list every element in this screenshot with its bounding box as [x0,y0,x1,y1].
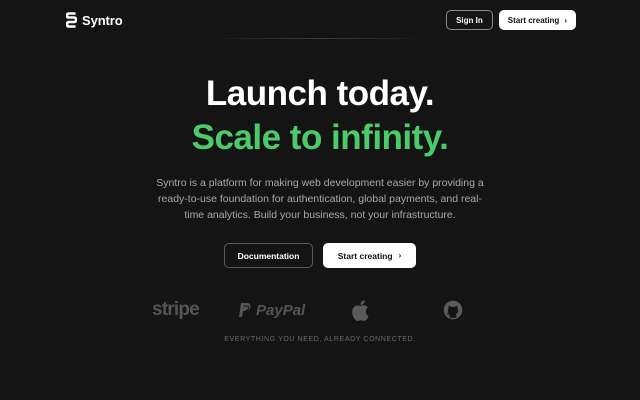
github-logo [443,298,463,322]
header-start-creating-button[interactable]: Start creating › [498,10,576,30]
brand[interactable]: Syntro [66,11,123,29]
header-divider [210,38,430,39]
brand-name: Syntro [82,12,123,28]
sign-in-button[interactable]: Sign In [446,10,493,30]
hero-title-line2: Scale to infinity. [191,118,449,157]
hero-start-creating-button[interactable]: Start creating › [323,243,416,268]
github-icon [443,300,463,320]
hero-description: Syntro is a platform for making web deve… [156,177,484,221]
site-header: Syntro Sign In Start creating › [0,0,640,40]
paypal-wordmark: PayPal [256,301,306,319]
syntro-logo-icon [66,12,77,28]
hero-title-line1: Launch today. [205,74,435,113]
stripe-logo: stripe [152,299,200,320]
hero-cta-group: Documentation Start creating › [0,243,640,268]
landing-page: Syntro Sign In Start creating › Launch t… [0,0,640,400]
chevron-right-icon: › [398,251,402,260]
header-start-creating-label: Start creating [507,15,560,25]
apple-icon [352,299,369,321]
partner-logos: stripe PayPal [0,298,640,322]
documentation-button[interactable]: Documentation [224,243,313,268]
chevron-right-icon: › [564,15,567,25]
paypal-icon [239,302,251,317]
integrations-tagline: EVERYTHING YOU NEED, ALREADY CONNECTED. [224,336,416,343]
nav-actions: Sign In Start creating › [446,10,576,30]
paypal-logo: PayPal [238,298,305,322]
hero-start-creating-label: Start creating [337,250,393,261]
apple-logo [351,298,370,322]
